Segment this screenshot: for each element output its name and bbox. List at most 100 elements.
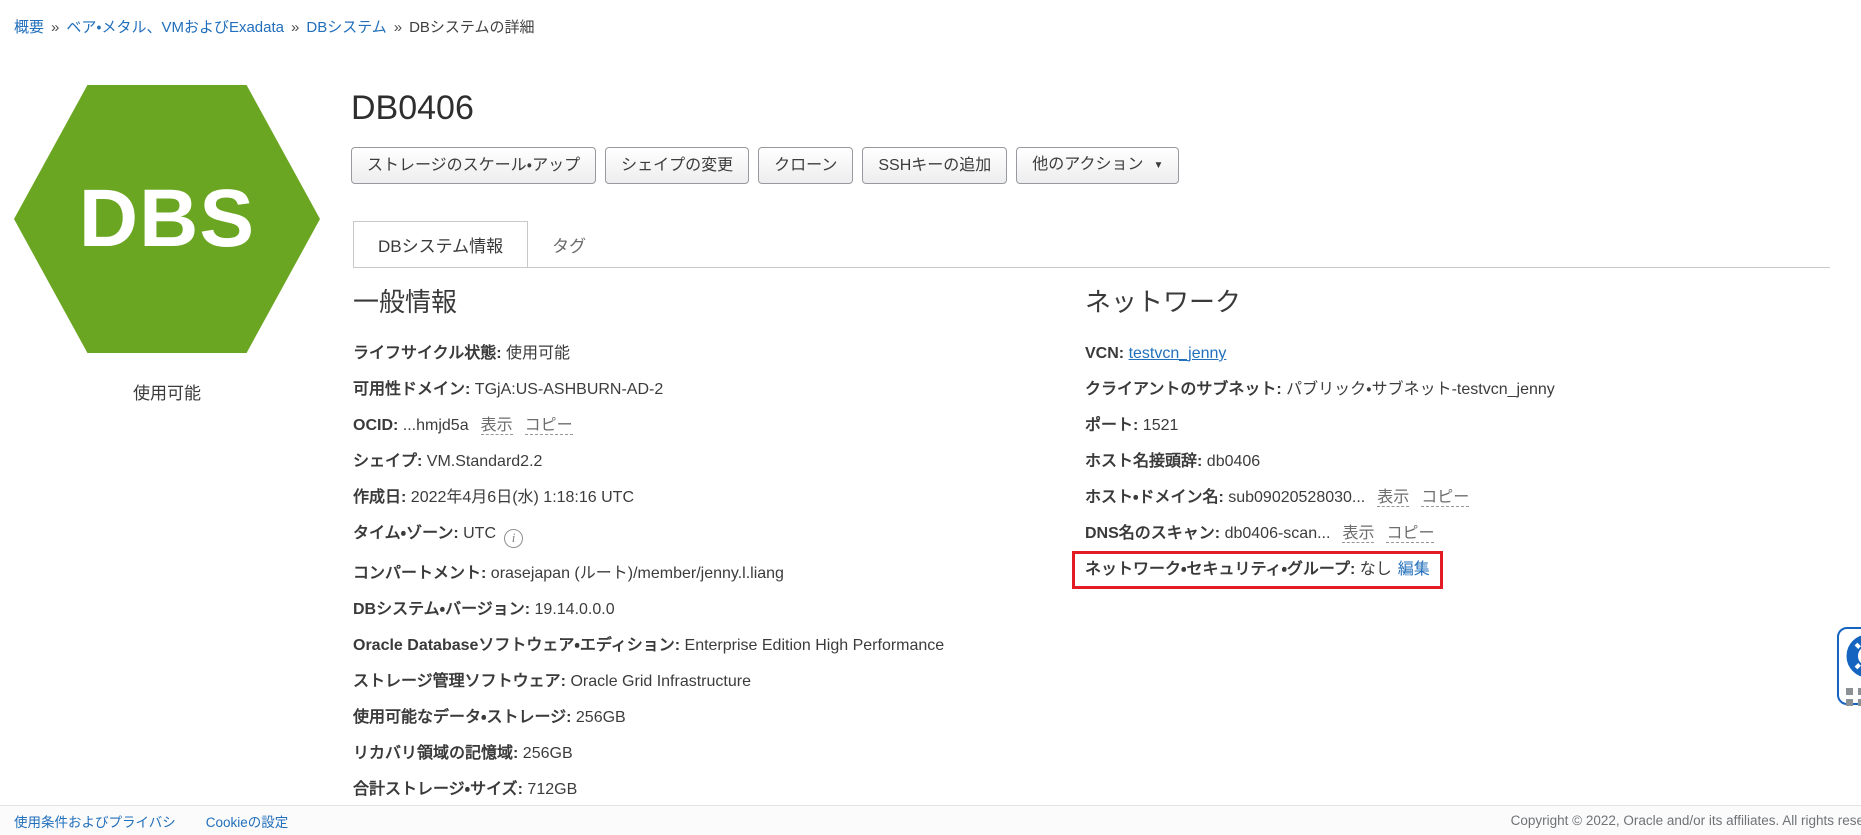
field-value: 256GB [523,745,573,762]
action-button[interactable]: SSHキーの追加 [862,147,1007,184]
resource-icon-block: DBS 使用可能 [14,85,320,404]
field-value: 1521 [1143,417,1179,434]
support-chat-widget[interactable] [1837,627,1861,705]
general-info-section: 一般情報 ライフサイクル状態: 使用可能可用性ドメイン: TGjA:US-ASH… [353,282,1098,816]
field-row: シェイプ: VM.Standard2.2 [353,452,1098,472]
terms-privacy-link[interactable]: 使用条件およびプライバシ [14,811,176,831]
network-fields: VCN: testvcn_jenny クライアントのサブネット: パブリック・サブ… [1085,344,1685,596]
field-row: タイム・ゾーン: UTC i [353,524,1098,548]
field-row: ポート: 1521 [1085,416,1685,436]
field-label: タイム・ゾーン: [353,525,459,542]
copy-link[interactable]: コピー [1421,489,1469,507]
field-row: Oracle Databaseソフトウェア・エディション: Enterprise… [353,636,1098,656]
action-button[interactable]: ストレージのスケール・アップ [351,147,596,184]
field-row: OCID: ...hmjd5a 表示コピー [353,416,1098,436]
breadcrumb: 概要»ベア・メタル、VMおよびExadata»DBシステム»DBシステムの詳細 [14,16,534,37]
action-button[interactable]: クローン [758,147,853,184]
field-row: 使用可能なデータ・ストレージ: 256GB [353,708,1098,728]
field-label: リカバリ領域の記憶域: [353,745,518,762]
tab-bar: DBシステム情報タグ [353,221,1830,268]
field-label: ホスト名接頭辞: [1085,453,1202,470]
field-label: ポート: [1085,417,1138,434]
field-value: パブリック・サブネット-testvcn_jenny [1286,381,1555,398]
footer: 使用条件およびプライバシ Cookieの設定 Copyright © 2022,… [0,805,1861,835]
widget-dots-decoration [1846,688,1861,706]
field-row: コンパートメント: orasejapan (ルート)/member/jenny.… [353,564,1098,584]
field-value: Oracle Grid Infrastructure [570,673,751,690]
field-row: ストレージ管理ソフトウェア: Oracle Grid Infrastructur… [353,672,1098,692]
copy-link[interactable]: コピー [525,417,573,435]
show-link[interactable]: 表示 [1377,489,1409,507]
breadcrumb-link[interactable]: ベア・メタル、VMおよびExadata [66,19,284,36]
field-value: 2022年4月6日(水) 1:18:16 UTC [411,489,634,506]
field-row: ホスト名接頭辞: db0406 [1085,452,1685,472]
field-row: ホスト・ドメイン名: sub09020528030... 表示コピー [1085,488,1685,508]
field-label: ストレージ管理ソフトウェア: [353,673,566,690]
field-value: orasejapan (ルート)/member/jenny.l.liang [491,565,784,582]
field-row: DNS名のスキャン: db0406-scan... 表示コピー [1085,524,1685,544]
network-heading: ネットワーク [1085,287,1685,317]
field-label: クライアントのサブネット: [1085,381,1282,398]
field-value: db0406 [1207,453,1260,470]
cookie-settings-link[interactable]: Cookieの設定 [206,811,289,831]
field-row: 合計ストレージ・サイズ: 712GB [353,780,1098,800]
tab-tags[interactable]: タグ [528,222,610,267]
action-button-row: ストレージのスケール・アップシェイプの変更クローンSSHキーの追加他のアクション… [351,147,1179,184]
field-label: VCN: [1085,345,1124,362]
more-actions-button[interactable]: 他のアクション ▼ [1016,147,1179,184]
breadcrumb-link[interactable]: 概要 [14,19,44,36]
field-label: DBシステム・バージョン: [353,601,530,618]
db-system-details-page: { "breadcrumb": { "separator": "»", "ite… [0,0,1861,835]
field-value: Enterprise Edition High Performance [685,637,945,654]
more-actions-label: 他のアクション [1032,156,1143,173]
field-value-link[interactable]: testvcn_jenny [1129,345,1227,362]
field-value: ...hmjd5a [403,417,469,434]
field-value: VM.Standard2.2 [427,453,543,470]
field-value: 712GB [527,781,577,798]
field-label: 使用可能なデータ・ストレージ: [353,709,571,726]
field-label: シェイプ: [353,453,422,470]
general-info-heading: 一般情報 [353,287,1098,317]
field-row: クライアントのサブネット: パブリック・サブネット-testvcn_jenny [1085,380,1685,400]
field-value: 19.14.0.0.0 [535,601,615,618]
field-label: ホスト・ドメイン名: [1085,489,1224,506]
breadcrumb-link[interactable]: DBシステム [306,19,386,36]
breadcrumb-current: DBシステムの詳細 [409,19,534,36]
db-system-hexagon-icon: DBS [14,85,320,353]
breadcrumb-separator: » [291,19,299,36]
field-label: 合計ストレージ・サイズ: [353,781,523,798]
edit-link[interactable]: 編集 [1398,561,1430,578]
field-label: DNS名のスキャン: [1085,525,1220,542]
field-value: TGjA:US-ASHBURN-AD-2 [475,381,663,398]
network-section: ネットワーク VCN: testvcn_jenny クライアントのサブネット: パ… [1085,282,1685,596]
copy-link[interactable]: コピー [1386,525,1434,543]
copyright-text: Copyright © 2022, Oracle and/or its affi… [1511,813,1861,828]
field-label: Oracle Databaseソフトウェア・エディション: [353,637,680,654]
show-link[interactable]: 表示 [1342,525,1374,543]
field-row: リカバリ領域の記憶域: 256GB [353,744,1098,764]
field-value: db0406-scan... [1225,525,1331,542]
field-row: ライフサイクル状態: 使用可能 [353,344,1098,364]
hexagon-icon-label: DBS [79,178,255,260]
field-row: ネットワーク・セキュリティ・グループ: なし編集 [1072,551,1443,589]
field-label: ライフサイクル状態: [353,345,502,362]
field-label: 作成日: [353,489,406,506]
show-link[interactable]: 表示 [481,417,513,435]
field-row: 作成日: 2022年4月6日(水) 1:18:16 UTC [353,488,1098,508]
lifebuoy-icon [1846,634,1861,678]
field-value: なし [1360,561,1392,578]
status-badge: 使用可能 [14,379,320,404]
field-value: UTC [463,525,496,542]
field-label: 可用性ドメイン: [353,381,470,398]
general-info-fields: ライフサイクル状態: 使用可能可用性ドメイン: TGjA:US-ASHBURN-… [353,344,1098,800]
page-title: DB0406 [351,89,474,128]
breadcrumb-separator: » [394,19,402,36]
field-value: sub09020528030... [1228,489,1365,506]
action-button[interactable]: シェイプの変更 [605,147,749,184]
field-row: DBシステム・バージョン: 19.14.0.0.0 [353,600,1098,620]
info-icon[interactable]: i [504,529,523,548]
field-label: OCID: [353,417,398,434]
tab-db-system-info[interactable]: DBシステム情報 [353,221,528,267]
field-value: 256GB [576,709,626,726]
chevron-down-icon: ▼ [1153,160,1163,171]
